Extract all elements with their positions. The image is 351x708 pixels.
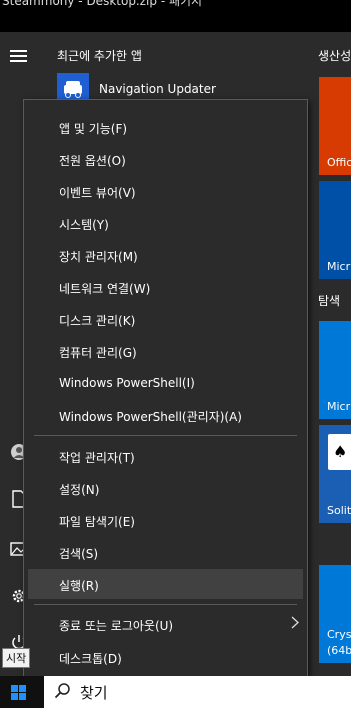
menu-separator	[34, 435, 297, 436]
menu-item-device-manager[interactable]: 장치 관리자(M)	[24, 240, 307, 270]
menu-item-label: Windows PowerShell(I)	[59, 376, 195, 390]
menu-item-label: 검색(S)	[59, 547, 99, 561]
group-label-productivity: 생산성	[318, 49, 351, 63]
tile-label: Solita	[327, 504, 351, 517]
menu-item-powershell-admin[interactable]: Windows PowerShell(관리자)(A)	[24, 400, 307, 430]
windows-start-icon[interactable]	[11, 685, 27, 701]
tile-microsoft-2[interactable]: Micr	[319, 321, 351, 419]
menu-item-powershell[interactable]: Windows PowerShell(I)	[24, 368, 307, 398]
group-label-explore: 탐색	[318, 294, 341, 308]
menu-item-label: 네트워크 연결(W)	[59, 282, 151, 296]
menu-item-settings[interactable]: 설정(N)	[24, 473, 307, 503]
menu-item-label: 디스크 관리(K)	[59, 314, 136, 328]
menu-item-file-explorer[interactable]: 파일 탐색기(E)	[24, 505, 307, 535]
menu-item-task-manager[interactable]: 작업 관리자(T)	[24, 441, 307, 471]
recent-apps-label: 최근에 추가한 앱	[57, 49, 142, 63]
menu-item-label: 데스크톱(D)	[59, 652, 122, 666]
menu-item-desktop[interactable]: 데스크톱(D)	[24, 642, 307, 672]
window-title-bar: Steammony - Desktop.zip - 패키지	[0, 0, 351, 32]
menu-item-label: 이벤트 뷰어(V)	[59, 186, 136, 200]
menu-item-computer-management[interactable]: 컴퓨터 관리(G)	[24, 336, 307, 366]
taskbar-search-box[interactable]: 찾기	[44, 676, 351, 708]
tile-crystal[interactable]: Cryst (64b	[319, 565, 351, 663]
tile-label: Micr	[327, 400, 351, 413]
menu-item-label: Windows PowerShell(관리자)(A)	[59, 410, 242, 424]
menu-item-label: 시스템(Y)	[59, 218, 109, 232]
menu-item-label: 전원 옵션(O)	[59, 154, 126, 168]
start-tooltip: 시작	[2, 648, 31, 668]
menu-item-shutdown-signout[interactable]: 종료 또는 로그아웃(U)	[24, 609, 307, 639]
recent-app-name: Navigation Updater	[99, 82, 216, 96]
menu-item-run[interactable]: 실행(R)	[28, 569, 303, 599]
tile-office[interactable]: Offic	[319, 77, 351, 175]
menu-item-network-connections[interactable]: 네트워크 연결(W)	[24, 272, 307, 302]
tile-label: (64b	[327, 644, 351, 657]
search-placeholder: 찾기	[80, 684, 108, 702]
tile-label: Micr	[327, 260, 351, 273]
playing-card-icon: ♠	[328, 434, 351, 470]
menu-item-label: 실행(R)	[59, 579, 99, 593]
menu-item-apps-features[interactable]: 앱 및 기능(F)	[24, 112, 307, 142]
menu-separator	[34, 604, 297, 605]
taskbar: 찾기	[0, 676, 351, 708]
menu-item-disk-management[interactable]: 디스크 관리(K)	[24, 304, 307, 334]
menu-item-power-options[interactable]: 전원 옵션(O)	[24, 144, 307, 174]
power-user-context-menu: 앱 및 기능(F) 전원 옵션(O) 이벤트 뷰어(V) 시스템(Y) 장치 관…	[23, 99, 308, 680]
menu-item-label: 컴퓨터 관리(G)	[59, 346, 137, 360]
hamburger-menu-icon[interactable]	[10, 50, 27, 62]
menu-item-label: 작업 관리자(T)	[59, 451, 135, 465]
search-icon	[54, 682, 72, 704]
tile-label: Offic	[327, 156, 351, 169]
tile-microsoft-1[interactable]: Micr	[319, 181, 351, 279]
menu-item-label: 설정(N)	[59, 483, 100, 497]
menu-item-label: 장치 관리자(M)	[59, 250, 138, 264]
svg-text:♠: ♠	[333, 442, 347, 461]
menu-item-label: 파일 탐색기(E)	[59, 515, 135, 529]
window-title: Steammony - Desktop.zip - 패키지	[2, 0, 203, 8]
menu-item-search[interactable]: 검색(S)	[24, 537, 307, 567]
tile-solitaire[interactable]: ♠ Solita	[319, 425, 351, 523]
chevron-right-icon	[291, 616, 299, 633]
menu-item-label: 종료 또는 로그아웃(U)	[59, 619, 174, 633]
menu-item-event-viewer[interactable]: 이벤트 뷰어(V)	[24, 176, 307, 206]
tile-label: Cryst	[327, 628, 351, 641]
menu-item-system[interactable]: 시스템(Y)	[24, 208, 307, 238]
menu-item-label: 앱 및 기능(F)	[59, 122, 128, 136]
